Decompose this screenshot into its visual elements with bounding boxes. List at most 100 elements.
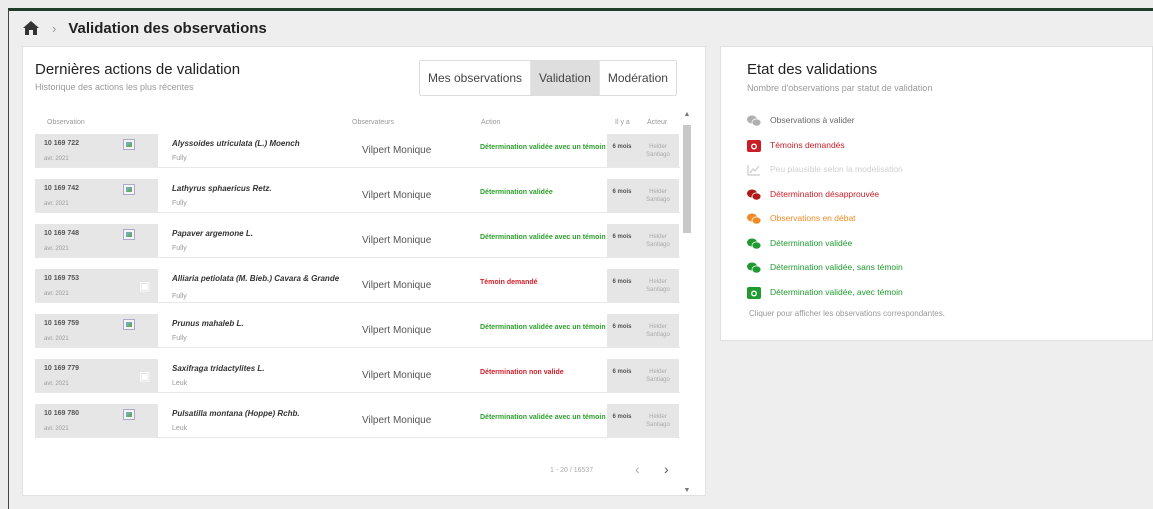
chevron-right-icon[interactable]: ›: [664, 461, 669, 477]
legend-item[interactable]: Observations en débat: [747, 211, 856, 225]
observation-id[interactable]: 10 169 722: [44, 140, 79, 147]
table-row[interactable]: 10 169 748 avr. 2021 Papaver argemone L. Fu…: [35, 224, 680, 258]
legend-item[interactable]: Détermination validée, avec témoin: [747, 285, 903, 299]
legend-item[interactable]: Détermination validée, sans témoin: [747, 260, 903, 274]
time-ago: 6 mois: [607, 359, 637, 392]
chat-bubbles-icon: [747, 261, 762, 274]
view-tabs: Mes observations Validation Modération: [419, 60, 677, 96]
locality: Fully: [172, 245, 187, 252]
tab-mes-observations[interactable]: Mes observations: [420, 61, 532, 95]
col-actor: Acteur: [647, 119, 668, 126]
legend-hint: Cliquer pour afficher les observations c…: [749, 309, 945, 318]
legend-label: Détermination validée: [770, 237, 853, 248]
species-name[interactable]: Lathyrus sphaericus Retz.: [172, 184, 362, 193]
observation-id[interactable]: 10 169 748: [44, 230, 79, 237]
pagination-range: 1 - 20 / 16537: [550, 467, 594, 474]
actions-table: 10 169 722 avr. 2021 Alyssoides utriculata…: [35, 134, 680, 496]
chevron-left-icon[interactable]: ‹: [635, 461, 640, 477]
card-title: Dernières actions de validation: [35, 61, 241, 78]
table-row[interactable]: 10 169 742 avr. 2021 Lathyrus sphaericus R…: [35, 179, 680, 213]
scroll-up-icon[interactable]: ▲: [682, 111, 692, 121]
table-row[interactable]: 10 169 722 avr. 2021 Alyssoides utriculata…: [35, 134, 680, 168]
scroll-thumb[interactable]: [683, 125, 691, 233]
observation-id[interactable]: 10 169 742: [44, 185, 79, 192]
col-ago: Il y a: [615, 119, 630, 126]
image-placeholder-icon: [123, 409, 135, 420]
legend-label: Observations à valider: [770, 115, 855, 125]
image-placeholder-icon: [123, 319, 135, 330]
breadcrumb: › Validation des observations: [22, 17, 267, 39]
time-ago: 6 mois: [607, 179, 637, 212]
table-row[interactable]: 10 169 780 avr. 2021 Pulsatilla montana (H…: [35, 404, 680, 438]
legend-label: Témoins demandés: [770, 139, 845, 150]
tab-moderation[interactable]: Modération: [600, 61, 676, 95]
action-status: Détermination non valide: [480, 369, 564, 376]
legend-label: Détermination validée, sans témoin: [770, 262, 903, 272]
observation-cell: 10 169 742 avr. 2021: [35, 179, 158, 212]
species-name[interactable]: Pulsatilla montana (Hoppe) Rchb.: [172, 409, 362, 418]
legend-item[interactable]: Détermination désapprouvée: [747, 187, 879, 201]
actor-name: Helder Santiago: [637, 134, 679, 167]
time-ago: 6 mois: [607, 314, 637, 347]
observation-date: avr. 2021: [44, 156, 69, 162]
observer-name: Vilpert Monique: [362, 280, 432, 291]
locality: Fully: [172, 335, 187, 342]
observation-cell: 10 169 748 avr. 2021: [35, 224, 158, 257]
actor-name: Helder Santiago: [637, 224, 679, 257]
col-observation: Observation: [47, 119, 85, 126]
observation-date: avr. 2021: [44, 381, 69, 387]
legend-item[interactable]: Peu plausible selon la modélisation: [747, 162, 903, 176]
legend-item[interactable]: Observations à valider: [747, 113, 855, 127]
observation-id[interactable]: 10 169 780: [44, 410, 79, 417]
scroll-down-icon[interactable]: ▼: [682, 487, 692, 497]
species-name[interactable]: Saxifraga tridactylites L.: [172, 364, 362, 373]
legend-label: Observations en débat: [770, 213, 856, 223]
locality: Leuk: [172, 380, 188, 387]
validation-status-card: Etat des validations Nombre d'observatio…: [720, 46, 1153, 341]
species-name[interactable]: Papaver argemone L.: [172, 229, 362, 238]
card-subtitle: Historique des actions les plus récentes: [35, 82, 194, 92]
chat-bubbles-icon: [747, 188, 762, 200]
legend-label: Détermination validée, avec témoin: [770, 286, 903, 297]
time-ago: 6 mois: [607, 404, 637, 437]
observation-id[interactable]: 10 169 759: [44, 320, 79, 327]
camera-icon: ▣: [139, 279, 151, 293]
table-row[interactable]: 10 169 779 avr. 2021 ▣ Saxifraga tridactyli…: [35, 359, 680, 393]
legend-item[interactable]: Témoins demandés: [747, 138, 845, 152]
observation-date: avr. 2021: [44, 426, 69, 432]
species-name[interactable]: Alyssoides utriculata (L.) Moench: [172, 139, 362, 148]
actor-name: Helder Santiago: [637, 359, 679, 392]
legend-label: Peu plausible selon la modélisation: [770, 164, 903, 174]
actor-name: Helder Santiago: [637, 179, 679, 212]
table-row[interactable]: 10 169 753 avr. 2021 ▣ Alliaria petiolata (…: [35, 269, 680, 303]
tab-validation[interactable]: Validation: [531, 61, 600, 95]
legend-item[interactable]: Détermination validée: [747, 236, 852, 250]
action-status: Témoin demandé: [480, 279, 538, 286]
chevron-right-icon: ›: [52, 20, 57, 36]
camera-icon: [747, 139, 761, 152]
observation-date: avr. 2021: [44, 201, 69, 207]
observation-cell: 10 169 753 avr. 2021 ▣: [35, 269, 158, 302]
observer-name: Vilpert Monique: [362, 370, 432, 381]
observer-name: Vilpert Monique: [362, 415, 432, 426]
observation-cell: 10 169 722 avr. 2021: [35, 134, 158, 167]
observation-date: avr. 2021: [44, 246, 69, 252]
home-icon[interactable]: [22, 20, 40, 36]
col-observers: Observateurs: [352, 119, 395, 126]
species-name[interactable]: Alliaria petiolata (M. Bieb.) Cavara & G…: [172, 274, 362, 283]
observation-cell: 10 169 759 avr. 2021: [35, 314, 158, 347]
table-scrollbar[interactable]: ▲ ▼: [682, 111, 692, 499]
observation-id[interactable]: 10 169 779: [44, 365, 79, 372]
image-placeholder-icon: [123, 184, 135, 195]
observation-id[interactable]: 10 169 753: [44, 275, 79, 282]
observer-name: Vilpert Monique: [362, 190, 432, 201]
locality: Fully: [172, 293, 187, 300]
actor-name: Helder Santiago: [637, 404, 679, 437]
species-name[interactable]: Prunus mahaleb L.: [172, 319, 362, 328]
table-row[interactable]: 10 169 759 avr. 2021 Prunus mahaleb L. Full…: [35, 314, 680, 348]
locality: Leuk: [172, 425, 188, 432]
observation-date: avr. 2021: [44, 336, 69, 342]
observation-date: avr. 2021: [44, 291, 69, 297]
table-header: Observation Observateurs Action Il y a A…: [35, 117, 680, 133]
time-ago: 6 mois: [607, 269, 637, 302]
